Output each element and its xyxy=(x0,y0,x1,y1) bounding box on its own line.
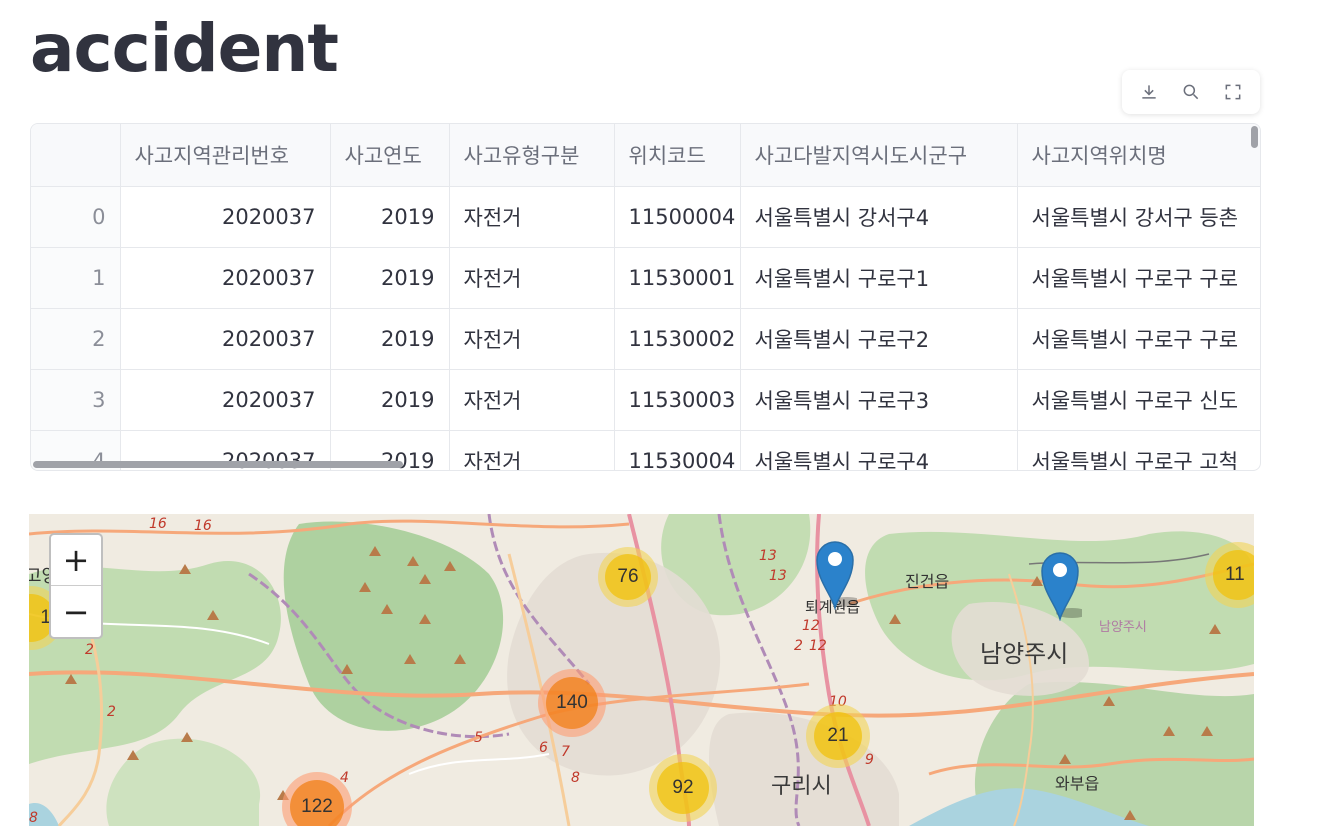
column-header-location-code[interactable]: 위치코드 xyxy=(614,124,741,187)
page-title: accident xyxy=(30,10,339,87)
zoom-control: + − xyxy=(49,533,103,639)
table-row: 3 2020037 2019 자전거 11530003 서울특별시 구로구3 서… xyxy=(31,369,1260,431)
map-marker-icon[interactable] xyxy=(1038,549,1088,622)
cluster-count: 76 xyxy=(605,554,651,600)
cell-location-code[interactable]: 11530001 xyxy=(614,247,741,309)
road-number-label: 9 xyxy=(865,752,874,768)
cell-district[interactable]: 서울특별시 구로구4 xyxy=(740,430,1018,470)
place-label: 진건읍 xyxy=(905,572,950,591)
marker-cluster[interactable]: 92 xyxy=(649,754,717,822)
cell-district[interactable]: 서울특별시 구로구2 xyxy=(740,308,1018,370)
road-number-label: 16 xyxy=(194,518,212,534)
cell-location-code[interactable]: 11530002 xyxy=(614,308,741,370)
road-number-label: 2 xyxy=(85,642,94,658)
cell-type[interactable]: 자전거 xyxy=(449,247,615,309)
cell-year[interactable]: 2019 xyxy=(330,369,450,431)
road-number-label: 8 xyxy=(571,770,580,786)
column-header-location-name[interactable]: 사고지역위치명 xyxy=(1017,124,1260,187)
road-number-label: 2 xyxy=(794,638,803,654)
row-index[interactable]: 3 xyxy=(31,369,121,431)
marker-cluster[interactable]: 21 xyxy=(806,704,870,768)
cluster-count: 122 xyxy=(290,780,344,826)
cluster-count: 11 xyxy=(1213,550,1254,600)
cluster-count: 21 xyxy=(814,712,862,760)
cell-year[interactable]: 2019 xyxy=(330,186,450,248)
road-number-label: 2 xyxy=(107,704,116,720)
table-row: 0 2020037 2019 자전거 11500004 서울특별시 강서구4 서… xyxy=(31,186,1260,248)
row-index[interactable]: 2 xyxy=(31,308,121,370)
place-label: 남양주시 xyxy=(1099,620,1147,635)
cell-year[interactable]: 2019 xyxy=(330,247,450,309)
cell-type[interactable]: 자전거 xyxy=(449,430,615,470)
cell-location-code[interactable]: 11500004 xyxy=(614,186,741,248)
zoom-in-button[interactable]: + xyxy=(51,535,101,586)
row-index[interactable]: 0 xyxy=(31,186,121,248)
place-label: 남양주시 xyxy=(980,640,1069,668)
cell-type[interactable]: 자전거 xyxy=(449,186,615,248)
cell-location-name[interactable]: 서울특별시 구로구 신도 xyxy=(1017,369,1260,431)
horizontal-scrollbar[interactable] xyxy=(33,461,403,468)
road-number-label: 16 xyxy=(149,516,167,532)
fullscreen-icon[interactable] xyxy=(1216,75,1250,109)
table-row: 1 2020037 2019 자전거 11530001 서울특별시 구로구1 서… xyxy=(31,247,1260,309)
map[interactable]: 16 16 13 13 12 2 12 10 9 6 7 8 5 4 2 2 8… xyxy=(29,514,1254,826)
cell-year[interactable]: 2019 xyxy=(330,308,450,370)
cell-location-name[interactable]: 서울특별시 구로구 고척 xyxy=(1017,430,1260,470)
cluster-count: 92 xyxy=(657,762,709,814)
map-marker-icon[interactable] xyxy=(813,538,863,611)
zoom-out-button[interactable]: − xyxy=(51,586,101,637)
cell-location-code[interactable]: 11530003 xyxy=(614,369,741,431)
column-header-index[interactable] xyxy=(31,124,121,187)
column-header-district[interactable]: 사고다발지역시도시군구 xyxy=(740,124,1018,187)
row-index[interactable]: 1 xyxy=(31,247,121,309)
cell-district[interactable]: 서울특별시 구로구3 xyxy=(740,369,1018,431)
road-number-label: 12 xyxy=(809,638,827,654)
cell-management-number[interactable]: 2020037 xyxy=(120,308,331,370)
search-icon[interactable] xyxy=(1174,75,1208,109)
cell-location-name[interactable]: 서울특별시 구로구 구로 xyxy=(1017,308,1260,370)
marker-cluster[interactable]: 140 xyxy=(538,669,606,737)
cell-location-code[interactable]: 11530004 xyxy=(614,430,741,470)
road-number-label: 13 xyxy=(769,568,787,584)
cell-management-number[interactable]: 2020037 xyxy=(120,369,331,431)
cell-district[interactable]: 서울특별시 구로구1 xyxy=(740,247,1018,309)
cell-district[interactable]: 서울특별시 강서구4 xyxy=(740,186,1018,248)
road-number-label: 6 xyxy=(539,740,548,756)
column-header-type[interactable]: 사고유형구분 xyxy=(449,124,615,187)
data-table: 사고지역관리번호 사고연도 사고유형구분 위치코드 사고다발지역시도시군구 사고… xyxy=(31,124,1260,470)
column-header-management-number[interactable]: 사고지역관리번호 xyxy=(120,124,331,187)
table-row: 2 2020037 2019 자전거 11530002 서울특별시 구로구2 서… xyxy=(31,308,1260,370)
vertical-scrollbar[interactable] xyxy=(1251,126,1258,148)
cell-type[interactable]: 자전거 xyxy=(449,308,615,370)
cell-management-number[interactable]: 2020037 xyxy=(120,247,331,309)
cluster-count: 140 xyxy=(546,677,598,729)
cell-management-number[interactable]: 2020037 xyxy=(120,186,331,248)
road-number-label: 5 xyxy=(474,730,483,746)
road-number-label: 13 xyxy=(759,548,777,564)
road-number-label: 8 xyxy=(29,810,38,826)
cell-location-name[interactable]: 서울특별시 강서구 등촌 xyxy=(1017,186,1260,248)
column-header-year[interactable]: 사고연도 xyxy=(330,124,450,187)
cell-type[interactable]: 자전거 xyxy=(449,369,615,431)
road-number-label: 7 xyxy=(561,744,570,760)
dataframe-toolbar xyxy=(1122,70,1260,114)
dataframe[interactable]: 사고지역관리번호 사고연도 사고유형구분 위치코드 사고다발지역시도시군구 사고… xyxy=(30,123,1261,471)
marker-cluster[interactable]: 76 xyxy=(598,547,658,607)
place-label: 와부읍 xyxy=(1055,774,1100,793)
road-number-label: 12 xyxy=(802,618,820,634)
cell-location-name[interactable]: 서울특별시 구로구 구로 xyxy=(1017,247,1260,309)
download-icon[interactable] xyxy=(1132,75,1166,109)
table-header-row: 사고지역관리번호 사고연도 사고유형구분 위치코드 사고다발지역시도시군구 사고… xyxy=(31,124,1260,187)
place-label: 구리시 xyxy=(771,774,832,799)
